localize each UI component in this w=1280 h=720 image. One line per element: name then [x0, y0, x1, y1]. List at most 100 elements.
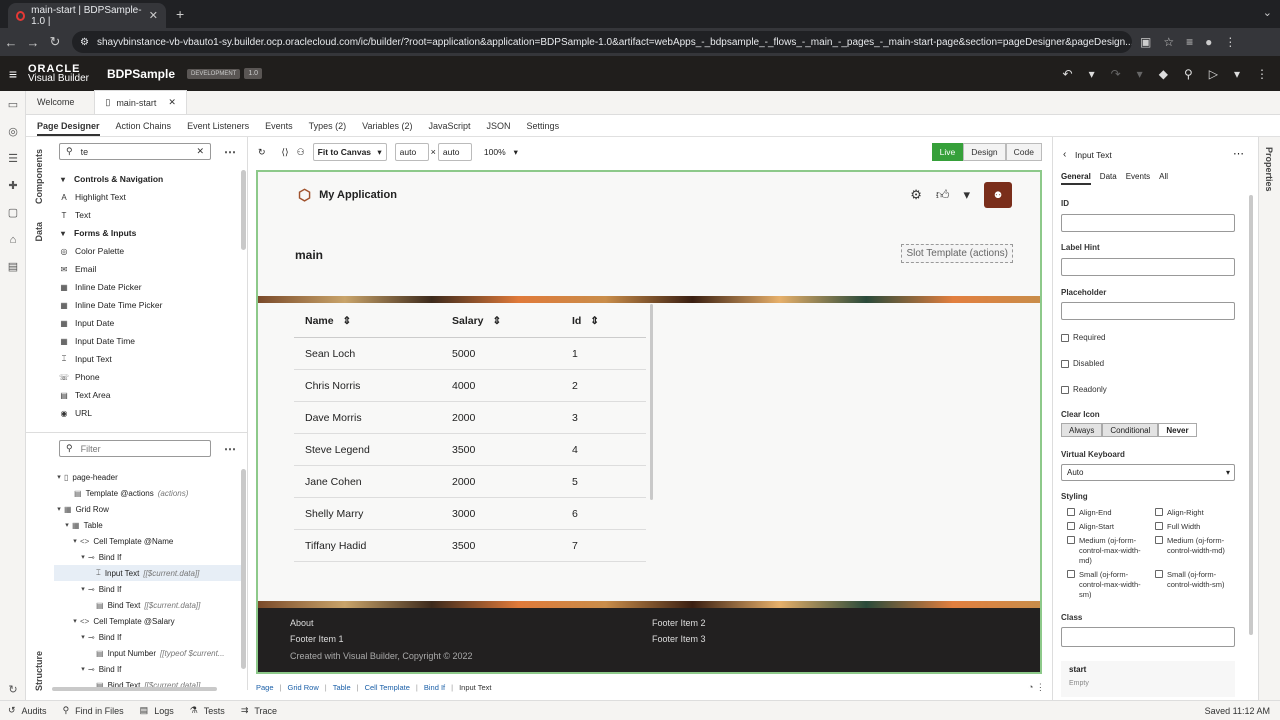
logs-button[interactable]: ▤ Logs [140, 705, 174, 716]
tree-node[interactable]: ▾ ⊸ Bind If [54, 581, 244, 597]
styling-checkbox[interactable]: Small (oj-form-control-max-width-sm) [1067, 570, 1151, 600]
tab-events[interactable]: Events [1126, 172, 1150, 185]
table-scrollbar[interactable] [650, 304, 653, 500]
breadcrumb-item[interactable]: Page [256, 683, 274, 692]
tab-event-listeners[interactable]: Event Listeners [187, 121, 249, 131]
clear-conditional-button[interactable]: Conditional [1102, 423, 1159, 437]
tab-javascript[interactable]: JavaScript [429, 121, 471, 131]
git-icon[interactable]: ◆ [1159, 67, 1168, 81]
fit-to-canvas-select[interactable]: Fit to Canvas ▾ [312, 143, 387, 161]
tree-toggle-icon[interactable]: ▾ [54, 505, 64, 513]
person-icon[interactable]: ⚇ [297, 147, 305, 158]
component-item[interactable]: ▦ Inline Date Time Picker [56, 296, 241, 314]
table-row[interactable]: Dave Morris 2000 3 [294, 402, 646, 434]
navigator-icon[interactable]: ⟨⟩ [282, 147, 289, 158]
component-item[interactable]: ▤ Text Area [56, 386, 241, 404]
tree-node[interactable]: ▾ ⊸ Bind If [54, 549, 244, 565]
table-row[interactable]: Sean Loch 5000 1 [294, 338, 646, 370]
components-scrollbar[interactable] [241, 170, 246, 250]
tree-toggle-icon[interactable]: ▾ [78, 553, 88, 561]
tree-node[interactable]: ▾ <> Cell Template @Name [54, 533, 244, 549]
component-item[interactable]: T Text [56, 206, 241, 224]
styling-checkbox[interactable]: Align-End [1067, 508, 1151, 518]
styling-checkbox[interactable]: Medium (oj-form-control-width-md) [1155, 536, 1239, 556]
tab-action-chains[interactable]: Action Chains [116, 121, 172, 131]
url-bar[interactable]: ⚙ shayvbinstance-vb-vbauto1-sy.builder.o… [72, 31, 1132, 53]
tab-data[interactable]: Data [1100, 172, 1117, 185]
code-button[interactable]: Code [1005, 143, 1042, 161]
disabled-checkbox[interactable]: Disabled [1061, 359, 1104, 368]
undo-dropdown-icon[interactable]: ▾ [1089, 67, 1095, 81]
web-apps-icon[interactable]: ▭ [0, 91, 26, 118]
settings-gear-icon[interactable]: ⚙ [910, 187, 922, 203]
back-icon[interactable]: ← [0, 35, 22, 50]
tab-variables[interactable]: Variables (2) [362, 121, 412, 131]
table-row[interactable]: Jane Cohen 2000 5 [294, 466, 646, 498]
page-canvas[interactable]: ⬡ My Application ⚙ 👍︎ ▾ ⚉ main Slot Temp… [256, 170, 1042, 674]
placeholder-field[interactable] [1061, 302, 1235, 320]
back-chevron-icon[interactable]: ‹ [1063, 149, 1066, 160]
component-item[interactable]: ▦ Input Date Time [56, 332, 241, 350]
run-dropdown-icon[interactable]: ▾ [1234, 67, 1240, 81]
tree-toggle-icon[interactable]: ▾ [70, 537, 80, 545]
styling-checkbox[interactable]: Align-Start [1067, 522, 1151, 532]
breadcrumb-item[interactable]: Input Text [459, 683, 491, 692]
tab-events[interactable]: Events [265, 121, 293, 131]
undo-icon[interactable]: ↶ [1063, 67, 1073, 81]
header-salary[interactable]: Salary ⇕ [441, 315, 561, 327]
tree-toggle-icon[interactable]: ▾ [62, 521, 72, 529]
redo-icon[interactable]: ↷ [1111, 67, 1121, 81]
tab-page-designer[interactable]: Page Designer [37, 121, 100, 136]
header-name[interactable]: Name ⇕ [294, 315, 441, 327]
id-field[interactable] [1061, 214, 1235, 232]
height-input[interactable]: auto [437, 143, 472, 161]
tree-toggle-icon[interactable]: ▾ [78, 585, 88, 593]
table-row[interactable]: Shelly Marry 3000 6 [294, 498, 646, 530]
tab-structure-vertical[interactable]: Structure [34, 651, 44, 691]
tree-toggle-icon[interactable]: ▾ [54, 473, 64, 481]
clear-never-button[interactable]: Never [1158, 423, 1197, 437]
clear-search-icon[interactable]: ✕ [196, 146, 204, 157]
source-icon[interactable]: ▤ [0, 253, 26, 280]
properties-menu-icon[interactable]: ⋯ [1233, 147, 1244, 160]
close-tab-icon[interactable]: ✕ [149, 9, 158, 22]
layouts-icon[interactable]: ▢ [0, 199, 26, 226]
component-group[interactable]: ▾ Forms & Inputs [26, 224, 241, 242]
profile-icon[interactable]: ● [1205, 35, 1212, 49]
properties-scrollbar[interactable] [1249, 195, 1253, 635]
trace-button[interactable]: ⇉ Trace [241, 705, 277, 716]
tree-toggle-icon[interactable]: ▾ [78, 665, 88, 673]
structure-filter-input[interactable]: ⚲ Filter [59, 440, 211, 457]
component-group[interactable]: ▾ Controls & Navigation [26, 170, 241, 188]
tab-general[interactable]: General [1061, 172, 1091, 185]
footer-item-1[interactable]: Footer Item 1 [290, 634, 344, 644]
reload-icon[interactable]: ↻ [44, 34, 66, 50]
tree-node[interactable]: ▤ Template @actions (actions) [54, 485, 244, 501]
new-tab-button[interactable]: + [176, 6, 184, 22]
tree-node[interactable]: ⌶ Input Text [[$current.data]] [54, 565, 244, 581]
tests-button[interactable]: ⚗ Tests [190, 705, 225, 716]
tree-node[interactable]: ▾ ▯ page-header [54, 469, 244, 485]
breadcrumb-options-icon[interactable]: ◔ ⋮ [1028, 682, 1045, 693]
component-item[interactable]: ◎ Color Palette [56, 242, 241, 260]
site-info-icon[interactable]: ⚙ [80, 37, 89, 48]
table-row[interactable]: Tiffany Hadid 3500 7 [294, 530, 646, 562]
search-icon[interactable]: ⚲ [1184, 67, 1193, 81]
tab-types[interactable]: Types (2) [309, 121, 347, 131]
browser-tab[interactable]: main-start | BDPSample-1.0 | ✕ [8, 3, 166, 28]
class-field[interactable] [1061, 627, 1235, 647]
component-item[interactable]: ▦ Inline Date Picker [56, 278, 241, 296]
tab-settings[interactable]: Settings [527, 121, 560, 131]
header-id[interactable]: Id ⇕ [561, 315, 646, 327]
close-tab-icon[interactable]: ✕ [168, 97, 176, 108]
tab-all[interactable]: All [1159, 172, 1168, 185]
component-item[interactable]: ⌶ Input Text [56, 350, 241, 368]
find-in-files-button[interactable]: ⚲ Find in Files [63, 705, 124, 716]
table-row[interactable]: Chris Norris 4000 2 [294, 370, 646, 402]
component-item[interactable]: ☏ Phone [56, 368, 241, 386]
tab-json[interactable]: JSON [487, 121, 511, 131]
browser-menu-icon[interactable]: ⋮ [1224, 35, 1236, 49]
business-objects-icon[interactable]: ☰ [0, 145, 26, 172]
tree-node[interactable]: ▤ Bind Text [[$current.data]] [54, 597, 244, 613]
tree-toggle-icon[interactable]: ▾ [78, 633, 88, 641]
